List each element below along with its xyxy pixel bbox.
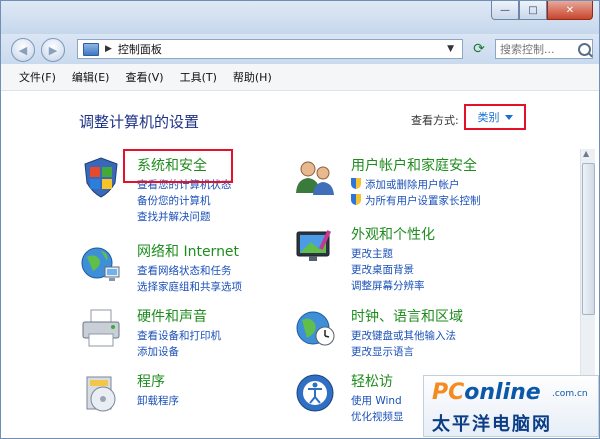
watermark-domain: .com.cn [552, 389, 588, 399]
address-dropdown-icon[interactable]: ▼ [447, 44, 454, 54]
programs-disc-icon [86, 376, 116, 412]
page-title: 调整计算机的设置 [79, 113, 200, 131]
close-button[interactable]: ✕ [547, 1, 593, 20]
forward-arrow-icon: ▶ [48, 43, 58, 57]
watermark-brand-a: PC [432, 380, 465, 405]
link-uninstall-program[interactable]: 卸载程序 [137, 393, 179, 408]
menu-edit[interactable]: 编辑(E) [64, 69, 118, 85]
watermark-cn: 太平洋电脑网 [432, 414, 552, 435]
link-optimize-visual-display[interactable]: 优化视频显 [351, 409, 404, 424]
uac-shield-icon [351, 178, 361, 189]
pconline-watermark-logo: PConline .com.cn 太平洋电脑网 [423, 375, 599, 437]
control-panel-window: — □ ✕ ◀ ▶ ▶ 控制面板 ▼ ⟳ 文件(F) 编辑(E) 查看(V) 工… [0, 0, 600, 439]
caption-buttons: — □ ✕ [491, 1, 593, 20]
link-add-remove-accounts-label: 添加或删除用户帐户 [365, 179, 460, 191]
view-by-value[interactable]: 类别 [478, 109, 500, 125]
menu-tools[interactable]: 工具(T) [172, 69, 225, 85]
breadcrumb-control-panel[interactable]: 控制面板 [118, 41, 162, 57]
category-title-ease-of-access[interactable]: 轻松访 [351, 371, 393, 391]
ease-of-access-icon [296, 374, 334, 412]
refresh-icon: ⟳ [473, 41, 485, 57]
link-adjust-resolution[interactable]: 调整屏幕分辨率 [351, 278, 425, 293]
category-title-network-internet[interactable]: 网络和 Internet [137, 241, 239, 261]
category-clock-language: 时钟、语言和区域 更改键盘或其他输入法 更改显示语言 [293, 306, 553, 366]
watermark-brand-b: online [464, 380, 541, 405]
monitor-icon [296, 230, 332, 261]
link-change-display-language[interactable]: 更改显示语言 [351, 344, 414, 359]
link-devices-printers[interactable]: 查看设备和打印机 [137, 328, 221, 343]
link-parental-controls[interactable]: 为所有用户设置家长控制 [351, 193, 481, 208]
category-title-appearance[interactable]: 外观和个性化 [351, 224, 435, 244]
navigation-bar: ◀ ▶ ▶ 控制面板 ▼ ⟳ [1, 34, 599, 64]
forward-button[interactable]: ▶ [41, 38, 65, 62]
category-title-programs[interactable]: 程序 [137, 371, 165, 391]
view-by-label: 查看方式: [411, 114, 459, 127]
refresh-button[interactable]: ⟳ [468, 39, 490, 59]
control-panel-folder-icon [83, 42, 99, 56]
highlight-system-security [123, 149, 233, 183]
category-hardware-sound: 硬件和声音 查看设备和打印机 添加设备 [79, 306, 299, 366]
link-change-theme[interactable]: 更改主题 [351, 246, 393, 261]
scroll-up-icon[interactable]: ▲ [583, 149, 589, 158]
address-bar[interactable]: ▶ 控制面板 ▼ [77, 39, 463, 59]
chevron-down-icon[interactable] [504, 114, 513, 120]
category-title-clock-language[interactable]: 时钟、语言和区域 [351, 306, 463, 326]
network-globe-icon [81, 247, 120, 281]
back-button[interactable]: ◀ [11, 38, 35, 62]
globe-clock-icon [296, 311, 335, 346]
watermark-brand: PConline [432, 380, 541, 405]
menu-help[interactable]: 帮助(H) [225, 69, 280, 85]
scrollbar-thumb[interactable] [582, 163, 595, 315]
link-homegroup-sharing[interactable]: 选择家庭组和共享选项 [137, 279, 242, 294]
link-add-device[interactable]: 添加设备 [137, 344, 179, 359]
category-network-internet: 网络和 Internet 查看网络状态和任务 选择家庭组和共享选项 [79, 241, 309, 301]
title-bar[interactable]: — □ ✕ [1, 1, 599, 34]
breadcrumb-separator-icon[interactable]: ▶ [105, 44, 112, 54]
menu-file[interactable]: 文件(F) [11, 69, 64, 85]
view-by-dropdown[interactable]: 类别 [464, 104, 526, 130]
category-appearance: 外观和个性化 更改主题 更改桌面背景 调整屏幕分辨率 [293, 224, 553, 300]
category-title-hardware-sound[interactable]: 硬件和声音 [137, 306, 207, 326]
category-programs: 程序 卸载程序 [79, 371, 299, 421]
menu-bar: 文件(F) 编辑(E) 查看(V) 工具(T) 帮助(H) [1, 64, 599, 91]
uac-shield-icon [351, 194, 361, 205]
minimize-button[interactable]: — [491, 1, 519, 20]
link-change-desktop-background[interactable]: 更改桌面背景 [351, 262, 414, 277]
category-user-accounts: 用户帐户和家庭安全 添加或删除用户帐户 为所有用户设置家长控制 [293, 155, 553, 215]
link-parental-controls-label: 为所有用户设置家长控制 [365, 195, 481, 207]
printer-icon [82, 309, 120, 347]
menu-view[interactable]: 查看(V) [117, 69, 171, 85]
shield-flag-icon [84, 157, 118, 198]
back-arrow-icon: ◀ [18, 43, 28, 57]
category-title-user-accounts[interactable]: 用户帐户和家庭安全 [351, 155, 477, 175]
maximize-button[interactable]: □ [519, 1, 547, 20]
link-change-keyboard[interactable]: 更改键盘或其他输入法 [351, 328, 456, 343]
link-backup-computer[interactable]: 备份您的计算机 [137, 193, 211, 208]
link-add-remove-accounts[interactable]: 添加或删除用户帐户 [351, 177, 460, 192]
search-input[interactable] [500, 42, 576, 56]
link-troubleshoot[interactable]: 查找并解决问题 [137, 209, 211, 224]
link-use-windows-suggestions[interactable]: 使用 Wind [351, 393, 402, 408]
search-icon[interactable] [578, 42, 591, 56]
link-view-network-status[interactable]: 查看网络状态和任务 [137, 263, 232, 278]
users-icon [296, 161, 334, 195]
search-box[interactable] [495, 39, 593, 59]
